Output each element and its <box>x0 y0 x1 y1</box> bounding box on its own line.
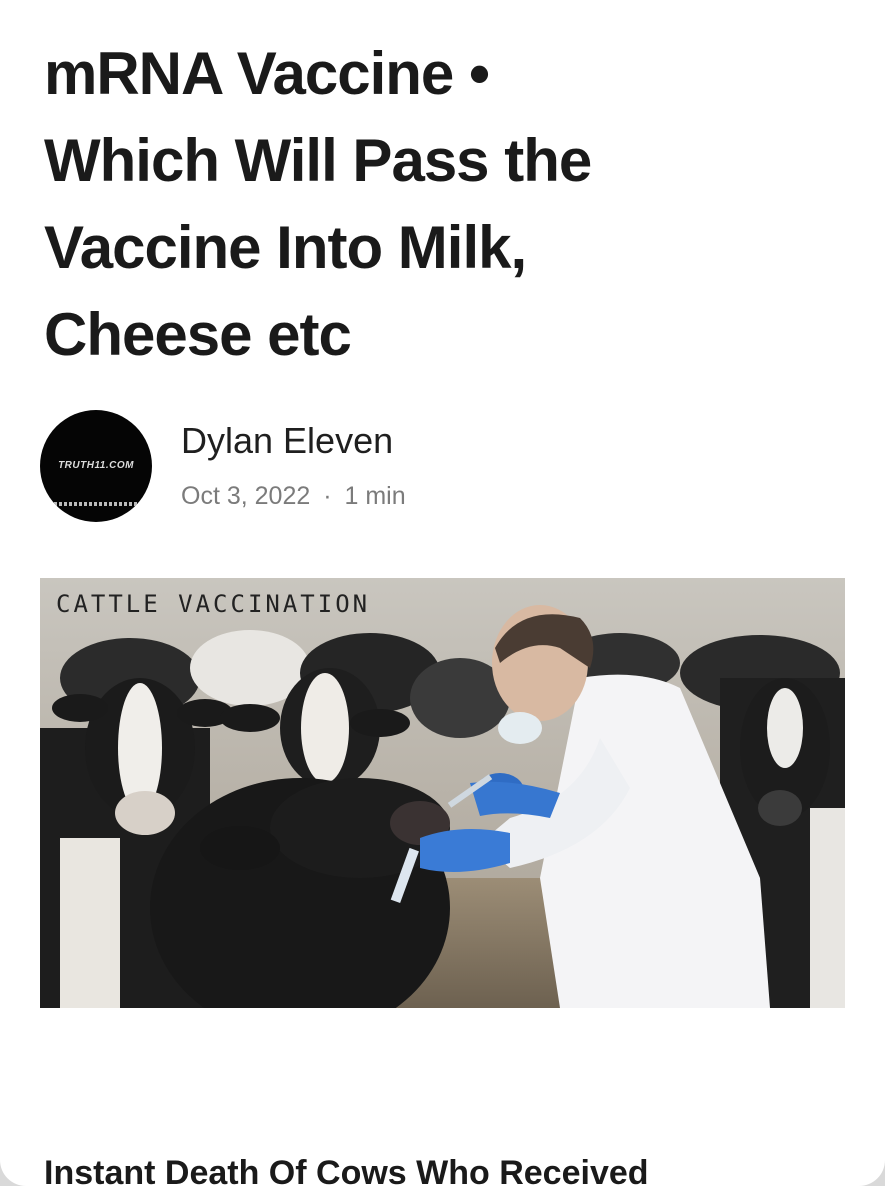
next-section-heading-text: Instant Death Of Cows Who Received <box>44 1154 649 1186</box>
hero-caption: CATTLE VACCINATION <box>56 590 371 618</box>
article-card: mRNA Vaccine • Which Will Pass the Vacci… <box>0 0 885 1186</box>
author-avatar[interactable]: TRUTH11.COM <box>40 410 152 522</box>
next-section-heading: Instant Death Of Cows Who Received <box>44 1154 844 1186</box>
article-title: mRNA Vaccine • Which Will Pass the Vacci… <box>44 30 864 378</box>
article-meta: Oct 3, 2022 · 1 min <box>181 482 406 511</box>
meta-separator: · <box>323 482 332 510</box>
title-line: Vaccine Into Milk, <box>44 214 527 281</box>
title-cut-off-line <box>44 0 864 24</box>
truth11-logo-icon: TRUTH11.COM <box>58 460 134 471</box>
author-name[interactable]: Dylan Eleven <box>181 420 393 462</box>
publish-date: Oct 3, 2022 <box>181 482 311 510</box>
title-line: mRNA Vaccine • <box>44 40 490 107</box>
read-time: 1 min <box>344 482 406 510</box>
title-line: Cheese etc <box>44 301 352 368</box>
cattle-vaccination-photo <box>40 578 845 1008</box>
title-cut-off-text <box>44 0 60 13</box>
title-line: Which Will Pass the <box>44 127 592 194</box>
avatar-tagline-decoration <box>54 502 138 506</box>
hero-image[interactable]: CATTLE VACCINATION <box>40 578 845 1008</box>
